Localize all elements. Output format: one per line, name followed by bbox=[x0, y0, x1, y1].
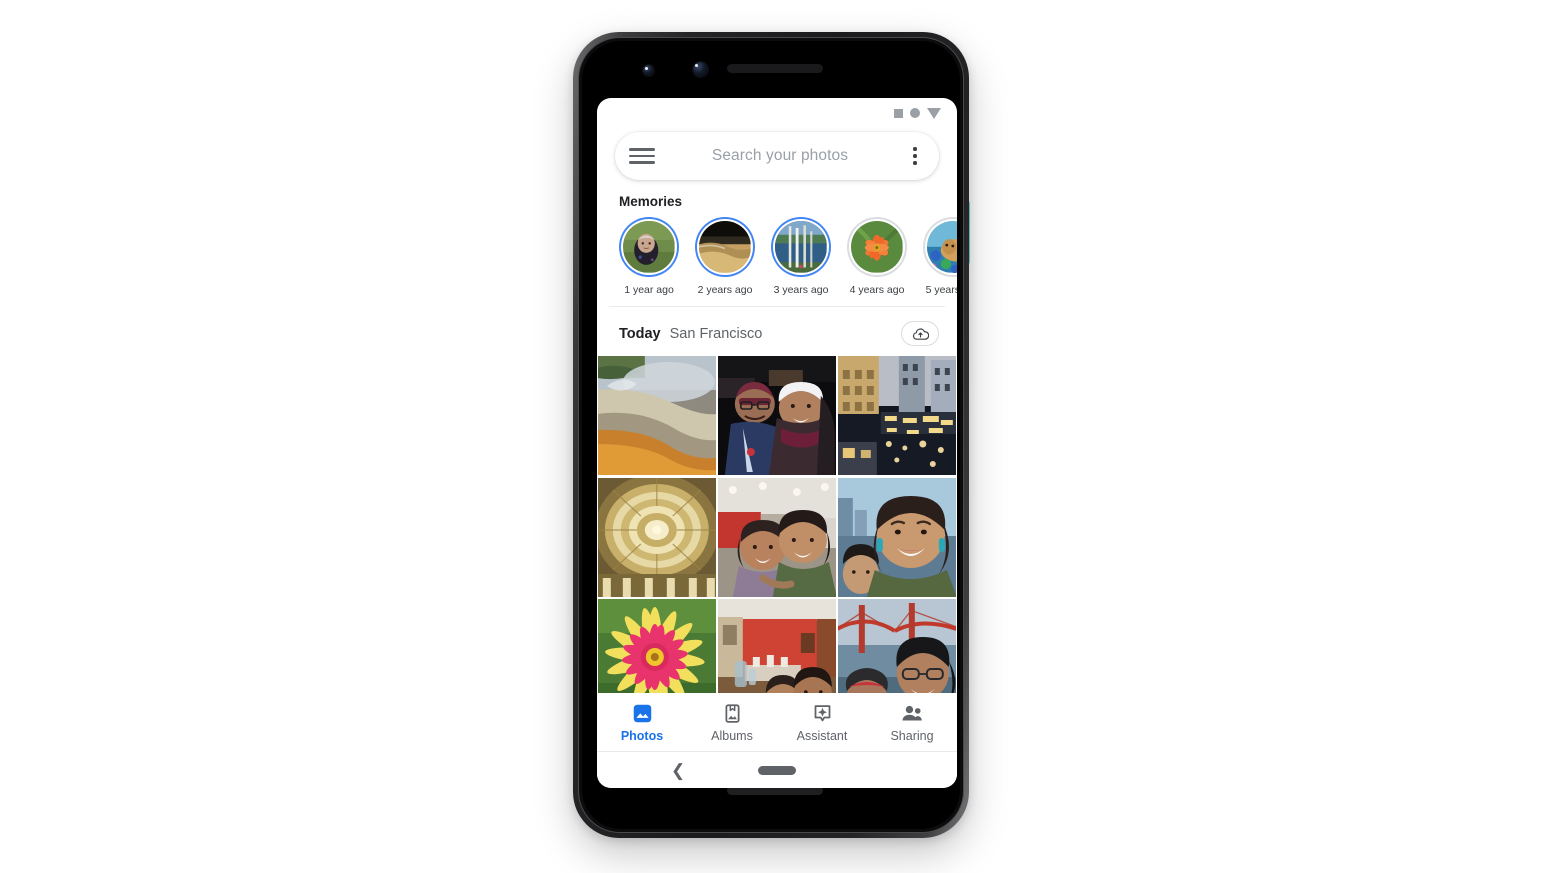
photo-thumbnail[interactable] bbox=[718, 599, 836, 694]
search-input[interactable]: Search your photos bbox=[655, 147, 905, 165]
tab-photos[interactable]: Photos bbox=[597, 702, 687, 743]
tab-sharing[interactable]: Sharing bbox=[867, 702, 957, 743]
memory-item[interactable]: 2 years ago bbox=[695, 217, 755, 296]
tab-label: Albums bbox=[711, 729, 753, 744]
photo-thumbnail[interactable] bbox=[598, 477, 716, 597]
sharing-icon bbox=[901, 702, 924, 724]
memory-item[interactable]: 5 years ago bbox=[923, 217, 957, 296]
tab-label: Sharing bbox=[890, 729, 934, 744]
memory-label: 1 year ago bbox=[624, 284, 674, 296]
earpiece-speaker bbox=[727, 64, 823, 73]
home-pill-icon[interactable] bbox=[758, 765, 796, 775]
chevron-left-icon[interactable]: ❮ bbox=[671, 762, 685, 779]
section-location: San Francisco bbox=[669, 325, 763, 342]
cloud-upload-icon[interactable] bbox=[901, 321, 939, 347]
memory-thumbnail bbox=[623, 221, 675, 273]
photo-thumbnail[interactable] bbox=[718, 477, 836, 597]
memories-carousel[interactable]: 1 year ago 2 years ago 3 years ago 4 yea… bbox=[597, 217, 957, 296]
circle-icon bbox=[910, 108, 920, 118]
memory-ring-seen bbox=[923, 217, 957, 277]
triangle-down-icon bbox=[927, 107, 941, 119]
section-header: Today San Francisco bbox=[597, 307, 957, 356]
phone-device-frame: Search your photos Memories 1 year ago 2… bbox=[573, 32, 969, 838]
search-bar[interactable]: Search your photos bbox=[615, 132, 939, 180]
memory-item[interactable]: 1 year ago bbox=[619, 217, 679, 296]
square-icon bbox=[894, 108, 903, 118]
memory-thumbnail bbox=[699, 221, 751, 273]
photo-thumbnail[interactable] bbox=[838, 477, 956, 597]
bottom-navigation: Photos Albums Assistant Sharing bbox=[597, 693, 957, 752]
app-screen: Search your photos Memories 1 year ago 2… bbox=[597, 98, 957, 788]
memory-ring-unseen bbox=[619, 217, 679, 277]
search-bar-container: Search your photos bbox=[597, 128, 957, 180]
memory-label: 2 years ago bbox=[697, 284, 753, 296]
status-bar bbox=[597, 98, 957, 128]
memory-ring-seen bbox=[847, 217, 907, 277]
memory-thumbnail bbox=[927, 221, 957, 273]
memory-ring-unseen bbox=[695, 217, 755, 277]
memory-label: 4 years ago bbox=[849, 284, 905, 296]
section-title: Today bbox=[619, 325, 661, 342]
photo-grid-scroll[interactable] bbox=[597, 356, 957, 694]
memories-heading: Memories bbox=[619, 194, 683, 209]
memory-label: 5 years ago bbox=[925, 284, 957, 296]
phone-bezel: Search your photos Memories 1 year ago 2… bbox=[578, 37, 964, 833]
photo-grid bbox=[597, 356, 957, 694]
screenshot-canvas: Search your photos Memories 1 year ago 2… bbox=[0, 0, 1551, 873]
memory-label: 3 years ago bbox=[773, 284, 829, 296]
assistant-icon bbox=[812, 702, 833, 724]
albums-icon bbox=[722, 702, 743, 724]
memory-thumbnail bbox=[851, 221, 903, 273]
photos-icon bbox=[632, 702, 653, 724]
front-camera-secondary-icon bbox=[693, 62, 708, 77]
memory-ring-unseen bbox=[771, 217, 831, 277]
tab-assistant[interactable]: Assistant bbox=[777, 702, 867, 743]
android-gesture-bar: ❮ bbox=[597, 752, 957, 788]
memory-thumbnail bbox=[775, 221, 827, 273]
photo-thumbnail[interactable] bbox=[718, 356, 836, 476]
tab-label: Assistant bbox=[796, 729, 848, 744]
memory-item[interactable]: 4 years ago bbox=[847, 217, 907, 296]
tab-label: Photos bbox=[620, 729, 664, 744]
hamburger-menu-icon[interactable] bbox=[629, 148, 655, 164]
front-camera-icon bbox=[643, 65, 654, 76]
photo-thumbnail[interactable] bbox=[598, 356, 716, 476]
photo-thumbnail[interactable] bbox=[838, 599, 956, 694]
photo-thumbnail[interactable] bbox=[838, 356, 956, 476]
tab-albums[interactable]: Albums bbox=[687, 702, 777, 743]
memory-item[interactable]: 3 years ago bbox=[771, 217, 831, 296]
photo-thumbnail[interactable] bbox=[598, 599, 716, 694]
more-vert-icon[interactable] bbox=[905, 147, 925, 165]
